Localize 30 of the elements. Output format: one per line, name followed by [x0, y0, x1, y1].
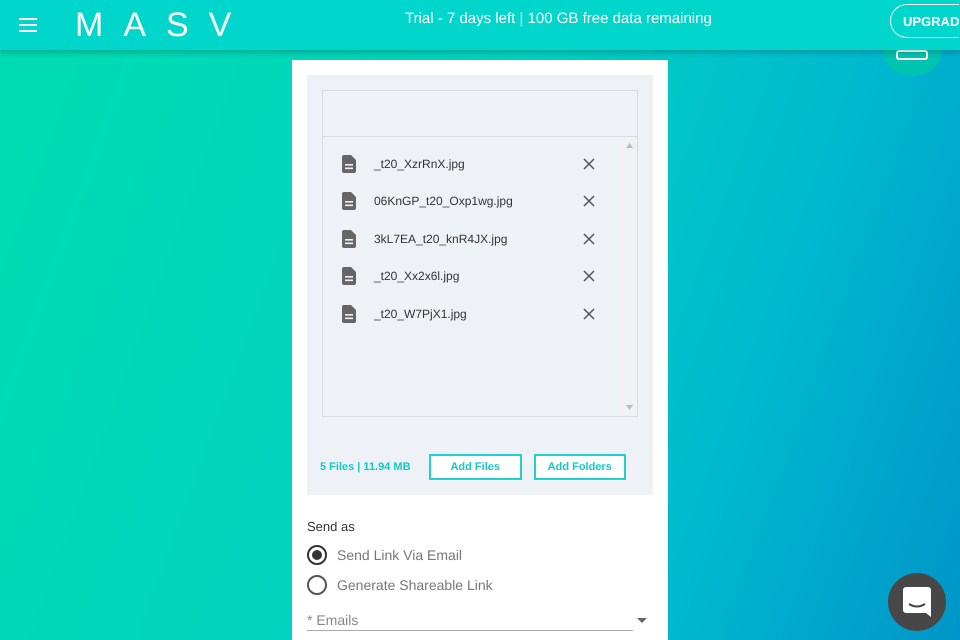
add-button[interactable]: Add Files — [429, 454, 522, 480]
emails-field[interactable]: * Emails — [307, 610, 633, 631]
file-name: _t20_W7PjX1.jpg — [374, 306, 468, 321]
close-icon[interactable] — [583, 195, 595, 208]
radio-option[interactable]: Send Link Via Email — [307, 540, 653, 570]
tray-icon — [896, 50, 928, 60]
close-icon[interactable] — [583, 158, 595, 170]
file-name: _t20_Xx2x6l.jpg — [374, 269, 460, 284]
logo: MASV — [75, 8, 252, 42]
add-button[interactable]: Add Folders — [534, 454, 626, 480]
trial-notice: Trial - 7 days left | 100 GB free data remaining — [405, 10, 712, 27]
chat-bubble-icon — [903, 587, 931, 617]
close-icon[interactable] — [583, 270, 595, 282]
file-name: 06KnGP_t20_Oxp1wg.jpg — [374, 194, 514, 208]
send-as-label: Send as — [307, 519, 356, 534]
radio-button[interactable] — [307, 575, 327, 595]
upgrade-button[interactable]: UPGRAD — [890, 4, 960, 38]
file-name: _t20_XzrRnX.jpg — [374, 156, 466, 171]
close-icon[interactable] — [583, 308, 595, 320]
file-icon — [342, 154, 356, 173]
radio-option[interactable]: Generate Shareable Link — [307, 570, 653, 600]
radio-button[interactable] — [307, 545, 327, 565]
file-icon — [342, 304, 356, 323]
file-icon — [342, 230, 356, 248]
close-icon[interactable] — [583, 232, 595, 245]
file-icon — [342, 192, 356, 210]
file-name: 3kL7EA_t20_knR4JX.jpg — [374, 232, 508, 246]
file-summary: 5 Files | 11.94 MB — [320, 461, 412, 473]
file-icon — [342, 267, 356, 286]
dropdown-caret-icon[interactable] — [637, 618, 647, 623]
